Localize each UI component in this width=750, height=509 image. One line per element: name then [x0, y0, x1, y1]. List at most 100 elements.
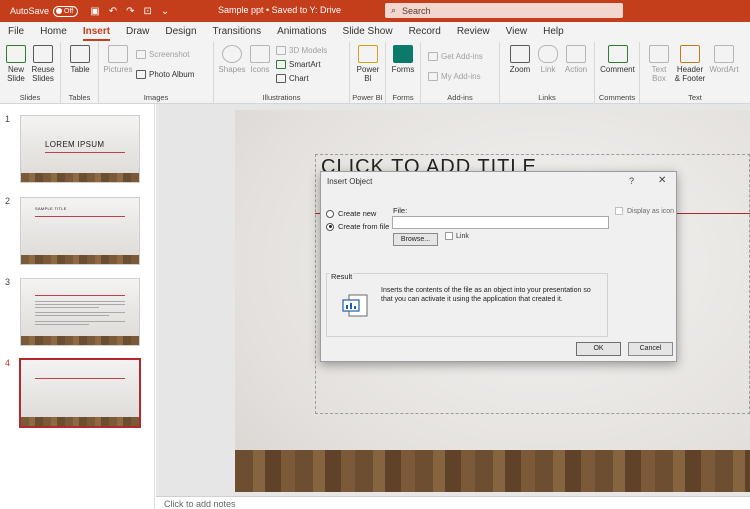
result-description: Inserts the contents of the file as an o…: [381, 287, 591, 303]
text-box-button[interactable]: Text Box: [646, 45, 672, 83]
browse-button[interactable]: Browse...: [393, 233, 438, 246]
shapes-button[interactable]: Shapes: [218, 45, 246, 74]
zoom-icon: [510, 45, 530, 63]
add-ins-icon: [428, 72, 438, 81]
display-as-icon-checkbox[interactable]: Display as icon: [615, 207, 674, 215]
comment-button[interactable]: Comment: [597, 45, 638, 74]
radio-circle[interactable]: [326, 209, 334, 218]
group-label: Power BI: [352, 93, 383, 102]
group-label: Tables: [68, 93, 91, 102]
power-bi-button[interactable]: Power BI: [354, 45, 382, 83]
autosave: AutoSave Off: [10, 5, 79, 17]
group-label: Illustrations: [262, 93, 301, 102]
group-slides: New Slide Reuse Slides Slides: [0, 42, 61, 104]
notes-pane[interactable]: Click to add notes: [156, 496, 750, 509]
file-path-input[interactable]: [392, 216, 609, 229]
reuse-slides-icon: [33, 45, 53, 63]
forms-button[interactable]: Forms: [389, 45, 417, 74]
ok-button[interactable]: OK: [576, 342, 621, 356]
group-label: Comments: [598, 93, 636, 102]
chart-button[interactable]: Chart: [276, 74, 309, 83]
screenshot-button[interactable]: Screenshot: [136, 50, 189, 59]
chart-icon: [276, 74, 286, 83]
tab-home[interactable]: Home: [32, 22, 75, 42]
reuse-slides-button[interactable]: Reuse Slides: [30, 45, 56, 83]
create-from-file-radio[interactable]: Create from file: [326, 222, 389, 231]
customize-qat-icon[interactable]: ⌄: [161, 6, 169, 17]
zoom-button[interactable]: Zoom: [506, 45, 534, 74]
link-checkbox[interactable]: Link: [445, 232, 469, 240]
tab-transitions[interactable]: Transitions: [205, 22, 270, 42]
autosave-toggle[interactable]: Off: [53, 5, 79, 17]
tab-slide-show[interactable]: Slide Show: [335, 22, 401, 42]
new-slide-button[interactable]: New Slide: [3, 45, 29, 83]
group-text: Text Box Header & Footer WordArt Text: [640, 42, 750, 104]
tab-view[interactable]: View: [498, 22, 536, 42]
group-add-ins: Get Add-ins My Add-ins Add-ins: [421, 42, 500, 104]
slide-number: 1: [5, 114, 11, 124]
group-label: Slides: [19, 93, 41, 102]
search-box[interactable]: ⌕ Search: [385, 3, 623, 18]
store-icon: [428, 52, 438, 61]
my-add-ins-button[interactable]: My Add-ins: [428, 72, 481, 81]
icons-icon: [250, 45, 270, 63]
undo-icon[interactable]: ↶: [109, 6, 117, 17]
checkbox[interactable]: [445, 232, 453, 240]
checkbox[interactable]: [615, 207, 623, 215]
tab-draw[interactable]: Draw: [118, 22, 157, 42]
close-button[interactable]: ✕: [658, 175, 666, 186]
link-button[interactable]: Link: [536, 45, 560, 74]
get-add-ins-button[interactable]: Get Add-ins: [428, 52, 483, 61]
tab-design[interactable]: Design: [157, 22, 204, 42]
present-icon[interactable]: ⊡: [143, 6, 151, 17]
group-forms: Forms Forms: [386, 42, 421, 104]
icons-button[interactable]: Icons: [247, 45, 273, 74]
tab-insert[interactable]: Insert: [75, 22, 118, 42]
slide-number: 4: [5, 358, 11, 368]
3d-models-button[interactable]: 3D Models: [276, 46, 327, 55]
embedded-object-icon: [342, 294, 368, 317]
pictures-button[interactable]: Pictures: [103, 45, 133, 74]
slide-thumbnail-2[interactable]: SAMPLE TITLE: [20, 197, 140, 265]
group-illustrations: Shapes Icons 3D Models SmartArt Chart Il…: [214, 42, 350, 104]
tab-file[interactable]: File: [0, 22, 32, 42]
3d-models-icon: [276, 46, 286, 55]
wordart-button[interactable]: WordArt: [707, 45, 741, 74]
radio-circle[interactable]: [326, 222, 334, 231]
ribbon: New Slide Reuse Slides Slides Table Tabl…: [0, 42, 750, 104]
smartart-icon: [276, 60, 286, 69]
tab-review[interactable]: Review: [449, 22, 498, 42]
ribbon-tabs: File Home Insert Draw Design Transitions…: [0, 22, 750, 42]
table-button[interactable]: Table: [67, 45, 93, 74]
action-button[interactable]: Action: [562, 45, 590, 74]
slide-thumbnail-1[interactable]: LOREM IPSUM: [20, 115, 140, 183]
table-icon: [70, 45, 90, 63]
document-title[interactable]: Sample ppt • Saved to Y: Drive: [218, 5, 341, 15]
search-input[interactable]: Search: [402, 6, 431, 16]
photo-album-button[interactable]: Photo Album: [136, 70, 194, 79]
tab-animations[interactable]: Animations: [269, 22, 334, 42]
group-comments: Comment Comments: [595, 42, 640, 104]
header-footer-button[interactable]: Header & Footer: [674, 45, 706, 83]
slide-rule: [672, 213, 750, 214]
create-new-radio[interactable]: Create new: [326, 209, 376, 218]
slide-thumbnail-pane: 1 LOREM IPSUM 2 SAMPLE TITLE 3 4: [0, 104, 155, 509]
smartart-button[interactable]: SmartArt: [276, 60, 321, 69]
dialog-title: Insert Object: [327, 177, 373, 186]
slide-thumbnail-4[interactable]: [19, 358, 141, 428]
cancel-button[interactable]: Cancel: [628, 342, 673, 356]
slide-thumbnail-3[interactable]: [20, 278, 140, 346]
tab-record[interactable]: Record: [401, 22, 449, 42]
screenshot-icon: [136, 50, 146, 59]
link-icon: [538, 45, 558, 63]
redo-icon[interactable]: ↷: [126, 6, 134, 17]
group-links: Zoom Link Action Links: [500, 42, 595, 104]
new-slide-icon: [6, 45, 26, 63]
slide-number: 3: [5, 277, 11, 287]
save-icon[interactable]: ▣: [90, 6, 99, 17]
slide-number: 2: [5, 196, 11, 206]
power-bi-icon: [358, 45, 378, 63]
tab-help[interactable]: Help: [535, 22, 572, 42]
insert-object-dialog: Insert Object ? ✕ Create new Create from…: [320, 171, 677, 362]
help-button[interactable]: ?: [629, 176, 634, 186]
